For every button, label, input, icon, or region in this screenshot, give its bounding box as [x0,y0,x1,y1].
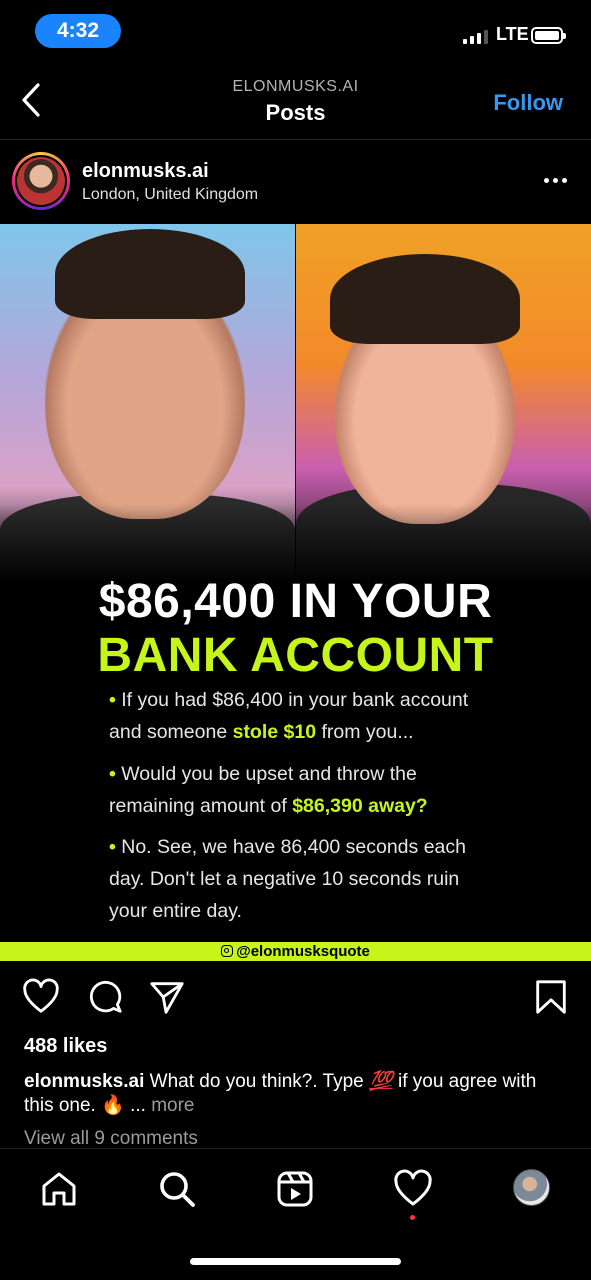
headline-line-2: BANK ACCOUNT [97,629,494,682]
signal-icon [463,28,488,44]
avatar[interactable] [12,152,70,210]
post-caption: elonmusks.ai What do you think?. Type 💯 … [24,1071,537,1116]
home-icon[interactable] [39,1169,79,1209]
comment-icon[interactable] [86,978,124,1016]
heart-icon[interactable] [22,978,60,1016]
more-options-icon[interactable] [544,178,567,183]
activity-heart-icon[interactable] [393,1169,433,1209]
watermark-banner: @elonmusksquote [0,942,591,961]
follow-button[interactable]: Follow [493,90,563,116]
hundred-emoji: 💯 [369,1071,393,1092]
home-indicator[interactable] [190,1258,401,1265]
network-type: LTE [496,24,529,44]
profile-avatar[interactable] [513,1169,550,1206]
status-time[interactable]: 4:32 [35,14,121,48]
battery-icon [531,27,566,44]
post-location[interactable]: London, United Kingdom [82,186,258,204]
search-icon[interactable] [157,1169,197,1209]
caption-username[interactable]: elonmusks.ai [24,1071,144,1092]
post-header: elonmusks.ai London, United Kingdom [0,140,591,224]
bookmark-icon[interactable] [532,978,570,1016]
status-bar: 4:32 LTE [0,0,591,62]
post-actions [0,972,591,1022]
post-image[interactable]: $86,400 IN YOUR BANK ACCOUNT • If you ha… [0,224,591,961]
post-username[interactable]: elonmusks.ai [82,160,209,183]
notification-dot [410,1215,415,1220]
like-count[interactable]: 488 likes [24,1035,107,1058]
fire-emoji: 🔥 [101,1095,125,1116]
headline-line-1: $86,400 IN YOUR [98,575,493,628]
top-nav: ELONMUSKS.AI Posts Follow [0,62,591,140]
bullet-1: • If you had $86,400 in your bank accoun… [109,689,469,743]
bullet-2: • Would you be upset and throw the remai… [109,763,428,817]
share-icon[interactable] [148,978,186,1016]
view-comments-link[interactable]: View all 9 comments [24,1128,198,1148]
bullet-3: • No. See, we have 86,400 seconds each d… [109,836,466,922]
instagram-icon [221,945,234,957]
reels-icon[interactable] [275,1169,315,1209]
more-link[interactable]: more [151,1095,194,1116]
